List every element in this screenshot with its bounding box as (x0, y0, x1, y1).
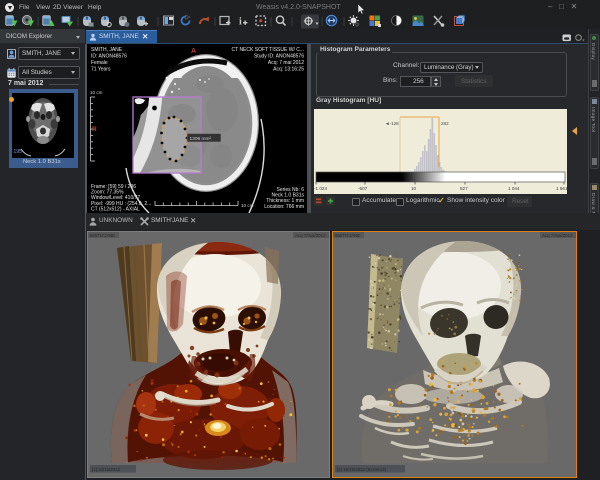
svg-text:10 cm: 10 cm (241, 203, 254, 208)
svg-text:Location: 766 mm: Location: 766 mm (264, 204, 304, 210)
svg-text:-1 024: -1 024 (314, 186, 327, 191)
svg-text:71 Years: 71 Years (91, 67, 111, 73)
svg-text:Acq 7/mai/2012: Acq 7/mai/2012 (542, 233, 573, 238)
svg-text:CT (512x512) - AXIAL: CT (512x512) - AXIAL (91, 206, 140, 212)
svg-text:Acq: 7 mai 2012: Acq: 7 mai 2012 (268, 60, 304, 66)
svg-text:[1] 10/15/2012: [1] 10/15/2012 (92, 467, 121, 472)
svg-text:Study ID: ANON48576: Study ID: ANON48576 (254, 54, 304, 60)
svg-text:195: 195 (14, 149, 23, 155)
svg-text:[1] 10/15/2012 (512x512): [1] 10/15/2012 (512x512) (337, 467, 387, 472)
svg-text:282: 282 (441, 121, 449, 126)
svg-text:SMITH'JANE: SMITH'JANE (335, 233, 361, 238)
svg-text:CT NECK SOFT TISSUE W/ C...: CT NECK SOFT TISSUE W/ C... (231, 47, 304, 53)
svg-text:-507: -507 (358, 186, 368, 191)
svg-text:Acq: 13:16:25: Acq: 13:16:25 (273, 67, 304, 73)
svg-text:i: i (239, 17, 242, 28)
svg-text:ID: ANON48576: ID: ANON48576 (91, 54, 127, 60)
svg-text:R: R (92, 126, 97, 133)
svg-text:A: A (191, 48, 196, 55)
svg-text:SMITH, JANE: SMITH, JANE (91, 47, 123, 53)
svg-text:1309 mm²: 1309 mm² (190, 136, 212, 142)
svg-text:◄-128: ◄-128 (385, 121, 399, 126)
svg-text:10 cm: 10 cm (90, 90, 103, 95)
svg-text:1 561: 1 561 (556, 186, 567, 191)
svg-text:527: 527 (460, 186, 468, 191)
svg-text:Female: Female (91, 60, 108, 66)
svg-text:10: 10 (411, 186, 417, 191)
svg-text:Acq 7/mai/2012: Acq 7/mai/2012 (295, 233, 326, 238)
svg-text:1 044: 1 044 (508, 186, 520, 191)
svg-text:SMITH'JANE: SMITH'JANE (90, 233, 116, 238)
